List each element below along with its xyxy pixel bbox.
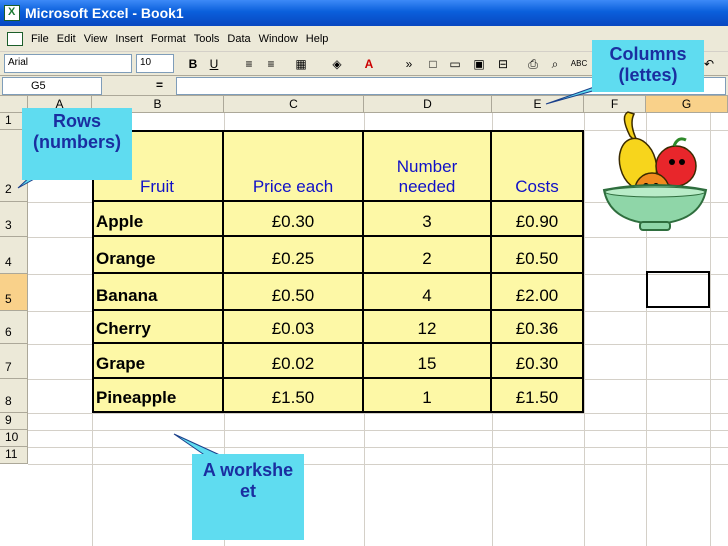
callout-columns: Columns (lettes) xyxy=(592,40,704,92)
callout-worksheet: A worksheet xyxy=(192,454,304,540)
callout-rows: Rows (numbers) xyxy=(22,108,132,180)
